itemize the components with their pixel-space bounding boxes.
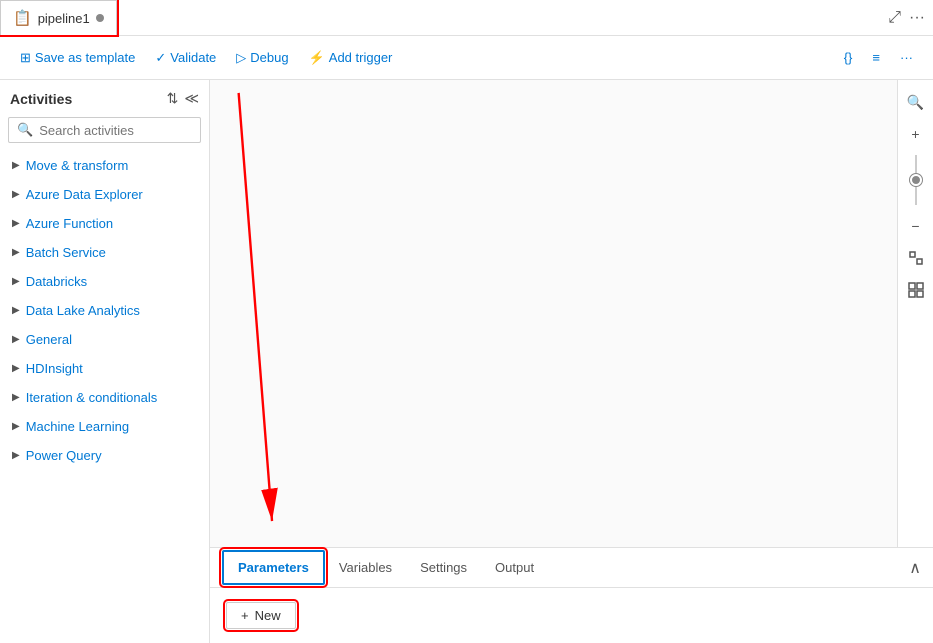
fit-icon xyxy=(908,250,924,266)
sidebar-item-label: Power Query xyxy=(26,448,102,463)
code-button[interactable]: {} xyxy=(836,46,861,69)
annotation-overlay xyxy=(210,80,897,547)
more-options-icon[interactable]: ··· xyxy=(909,9,925,27)
sidebar-item-power-query[interactable]: ▶ Power Query xyxy=(0,441,209,470)
activities-title: Activities xyxy=(10,91,72,107)
sidebar-items: ▶ Move & transform ▶ Azure Data Explorer… xyxy=(0,151,209,643)
collapse-panel-icon[interactable]: ∧ xyxy=(909,560,921,577)
toolbar-right: {} ≡ ··· xyxy=(836,46,921,69)
sidebar: Activities ⇅ ≪ 🔍 ▶ Move & transform ▶ Az… xyxy=(0,80,210,643)
sidebar-item-general[interactable]: ▶ General xyxy=(0,325,209,354)
sidebar-item-azure-data-explorer[interactable]: ▶ Azure Data Explorer xyxy=(0,180,209,209)
filter-icon[interactable]: ⇅ xyxy=(167,90,179,107)
chevron-icon: ▶ xyxy=(12,189,20,200)
bottom-panel: Parameters Variables Settings Output ∧ + xyxy=(210,547,933,643)
sidebar-header: Activities ⇅ ≪ xyxy=(0,80,209,113)
sidebar-item-label: Iteration & conditionals xyxy=(26,390,158,405)
tab-variables[interactable]: Variables xyxy=(325,552,406,583)
new-button[interactable]: + New xyxy=(226,602,296,629)
chevron-icon: ▶ xyxy=(12,421,20,432)
main-layout: Activities ⇅ ≪ 🔍 ▶ Move & transform ▶ Az… xyxy=(0,80,933,643)
bottom-tabs: Parameters Variables Settings Output ∧ xyxy=(210,548,933,588)
new-label: New xyxy=(255,608,281,623)
sidebar-item-move-transform[interactable]: ▶ Move & transform xyxy=(0,151,209,180)
sidebar-item-databricks[interactable]: ▶ Databricks xyxy=(0,267,209,296)
fit-canvas-button[interactable] xyxy=(902,244,930,272)
bottom-tab-actions: ∧ xyxy=(909,558,921,578)
search-icon: 🔍 xyxy=(17,122,33,138)
chevron-icon: ▶ xyxy=(12,392,20,403)
chevron-icon: ▶ xyxy=(12,276,20,287)
chevron-icon: ▶ xyxy=(12,305,20,316)
trigger-icon: ⚡ xyxy=(309,50,325,66)
right-tools: 🔍 + − xyxy=(897,80,933,547)
search-input[interactable] xyxy=(39,123,192,138)
more-toolbar-button[interactable]: ··· xyxy=(892,46,921,69)
validate-icon: ✓ xyxy=(155,50,166,66)
collapse-icon[interactable]: ≪ xyxy=(184,90,199,107)
params-button[interactable]: ≡ xyxy=(864,46,888,69)
sidebar-item-batch-service[interactable]: ▶ Batch Service xyxy=(0,238,209,267)
expand-icon[interactable]: ⤢ xyxy=(888,9,901,27)
bottom-content: + New xyxy=(210,588,933,643)
tab-parameters[interactable]: Parameters xyxy=(222,550,325,585)
arrange-button[interactable] xyxy=(902,276,930,304)
zoom-handle[interactable] xyxy=(910,174,922,186)
zoom-slider-container: + − xyxy=(902,120,930,240)
sidebar-item-label: HDInsight xyxy=(26,361,83,376)
chevron-icon: ▶ xyxy=(12,160,20,171)
validate-label: Validate xyxy=(170,50,216,65)
canvas-area: 🔍 + − xyxy=(210,80,933,643)
unsaved-indicator xyxy=(96,14,104,22)
add-trigger-button[interactable]: ⚡ Add trigger xyxy=(301,46,401,70)
sidebar-item-hdinsight[interactable]: ▶ HDInsight xyxy=(0,354,209,383)
params-icon: ≡ xyxy=(872,50,880,65)
add-trigger-label: Add trigger xyxy=(329,50,393,65)
sidebar-item-label: Batch Service xyxy=(26,245,106,260)
search-box: 🔍 xyxy=(8,117,201,143)
save-as-template-label: Save as template xyxy=(35,50,135,65)
canvas-main[interactable]: 🔍 + − xyxy=(210,80,933,547)
zoom-in-button[interactable]: + xyxy=(902,120,930,148)
debug-icon: ▷ xyxy=(236,50,246,66)
tab-output[interactable]: Output xyxy=(481,552,548,583)
chevron-icon: ▶ xyxy=(12,218,20,229)
sidebar-item-label: Move & transform xyxy=(26,158,129,173)
tab-actions: ⤢ ··· xyxy=(888,9,933,27)
debug-button[interactable]: ▷ Debug xyxy=(228,46,296,70)
chevron-icon: ▶ xyxy=(12,450,20,461)
save-as-template-button[interactable]: ⊞ Save as template xyxy=(12,46,143,70)
plus-icon: + xyxy=(241,608,249,623)
pipeline-icon: 📋 xyxy=(13,9,32,27)
sidebar-item-label: General xyxy=(26,332,72,347)
arrange-icon xyxy=(908,282,924,298)
chevron-icon: ▶ xyxy=(12,363,20,374)
canvas-search-button[interactable]: 🔍 xyxy=(902,88,930,116)
pipeline-tab[interactable]: 📋 pipeline1 xyxy=(0,0,117,35)
sidebar-item-machine-learning[interactable]: ▶ Machine Learning xyxy=(0,412,209,441)
tab-settings[interactable]: Settings xyxy=(406,552,481,583)
validate-button[interactable]: ✓ Validate xyxy=(147,46,224,70)
sidebar-item-label: Databricks xyxy=(26,274,87,289)
sidebar-item-iteration-conditionals[interactable]: ▶ Iteration & conditionals xyxy=(0,383,209,412)
toolbar: ⊞ Save as template ✓ Validate ▷ Debug ⚡ … xyxy=(0,36,933,80)
zoom-out-button[interactable]: − xyxy=(902,212,930,240)
sidebar-item-label: Machine Learning xyxy=(26,419,129,434)
chevron-icon: ▶ xyxy=(12,247,20,258)
sidebar-item-data-lake-analytics[interactable]: ▶ Data Lake Analytics xyxy=(0,296,209,325)
sidebar-item-azure-function[interactable]: ▶ Azure Function xyxy=(0,209,209,238)
save-template-icon: ⊞ xyxy=(20,50,31,66)
debug-label: Debug xyxy=(250,50,288,65)
pipeline-tab-label: pipeline1 xyxy=(38,11,90,26)
sidebar-item-label: Data Lake Analytics xyxy=(26,303,140,318)
more-toolbar-icon: ··· xyxy=(900,50,913,65)
chevron-icon: ▶ xyxy=(12,334,20,345)
sidebar-item-label: Azure Data Explorer xyxy=(26,187,143,202)
code-label: {} xyxy=(844,50,853,65)
sidebar-item-label: Azure Function xyxy=(26,216,113,231)
sidebar-header-actions: ⇅ ≪ xyxy=(167,90,199,107)
